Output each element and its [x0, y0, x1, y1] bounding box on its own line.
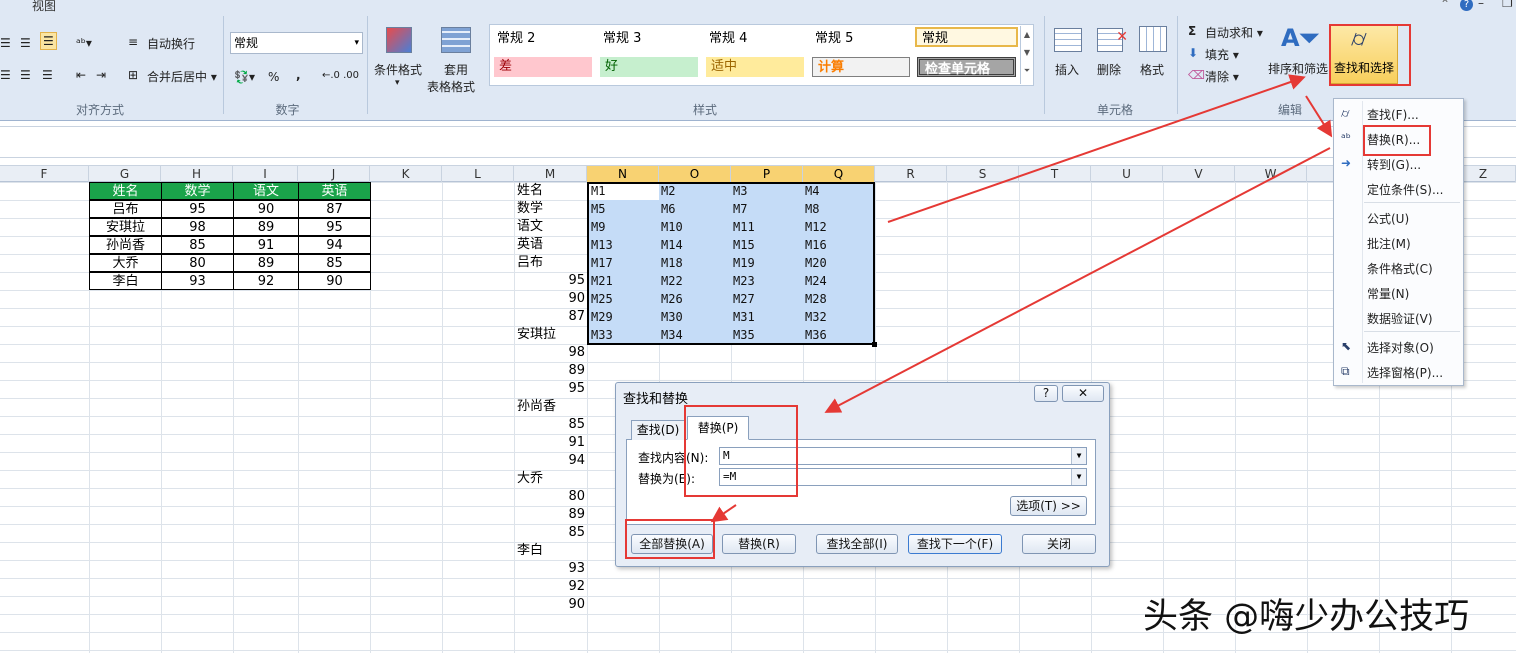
arrow-to-dialog	[824, 147, 1331, 413]
watermark-text: 头条 @嗨少办公技巧	[1143, 597, 1470, 637]
arrow-to-find-select	[887, 74, 1306, 223]
arrow-to-replace-all	[710, 504, 737, 523]
arrow-to-replace-item	[1305, 95, 1333, 138]
annotation-arrows	[710, 74, 1333, 523]
